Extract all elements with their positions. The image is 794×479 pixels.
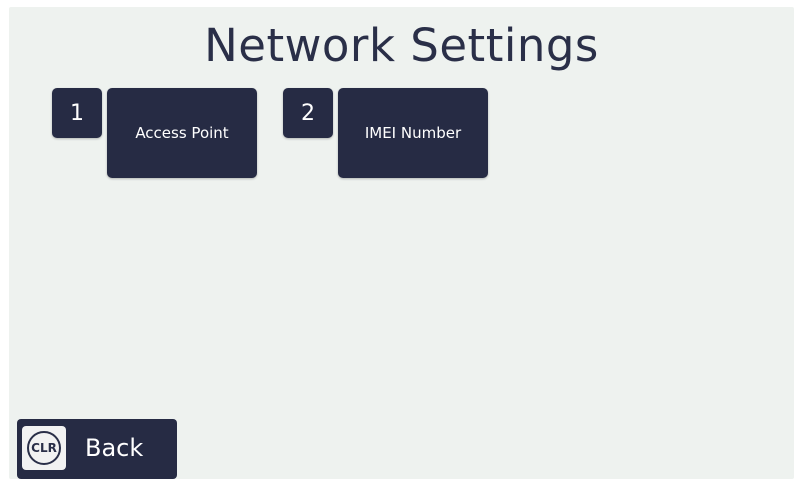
back-button[interactable]: CLR Back (17, 419, 177, 479)
back-label: Back (85, 434, 144, 462)
shortcut-key-1[interactable]: 1 (52, 88, 102, 138)
clr-icon-text: CLR (27, 431, 61, 465)
settings-screen: Network Settings 1 Access Point 2 IMEI N… (9, 7, 794, 479)
imei-number-button[interactable]: IMEI Number (338, 88, 488, 178)
shortcut-key-2[interactable]: 2 (283, 88, 333, 138)
page-title: Network Settings (204, 19, 599, 72)
access-point-button[interactable]: Access Point (107, 88, 257, 178)
clr-icon: CLR (22, 426, 66, 470)
